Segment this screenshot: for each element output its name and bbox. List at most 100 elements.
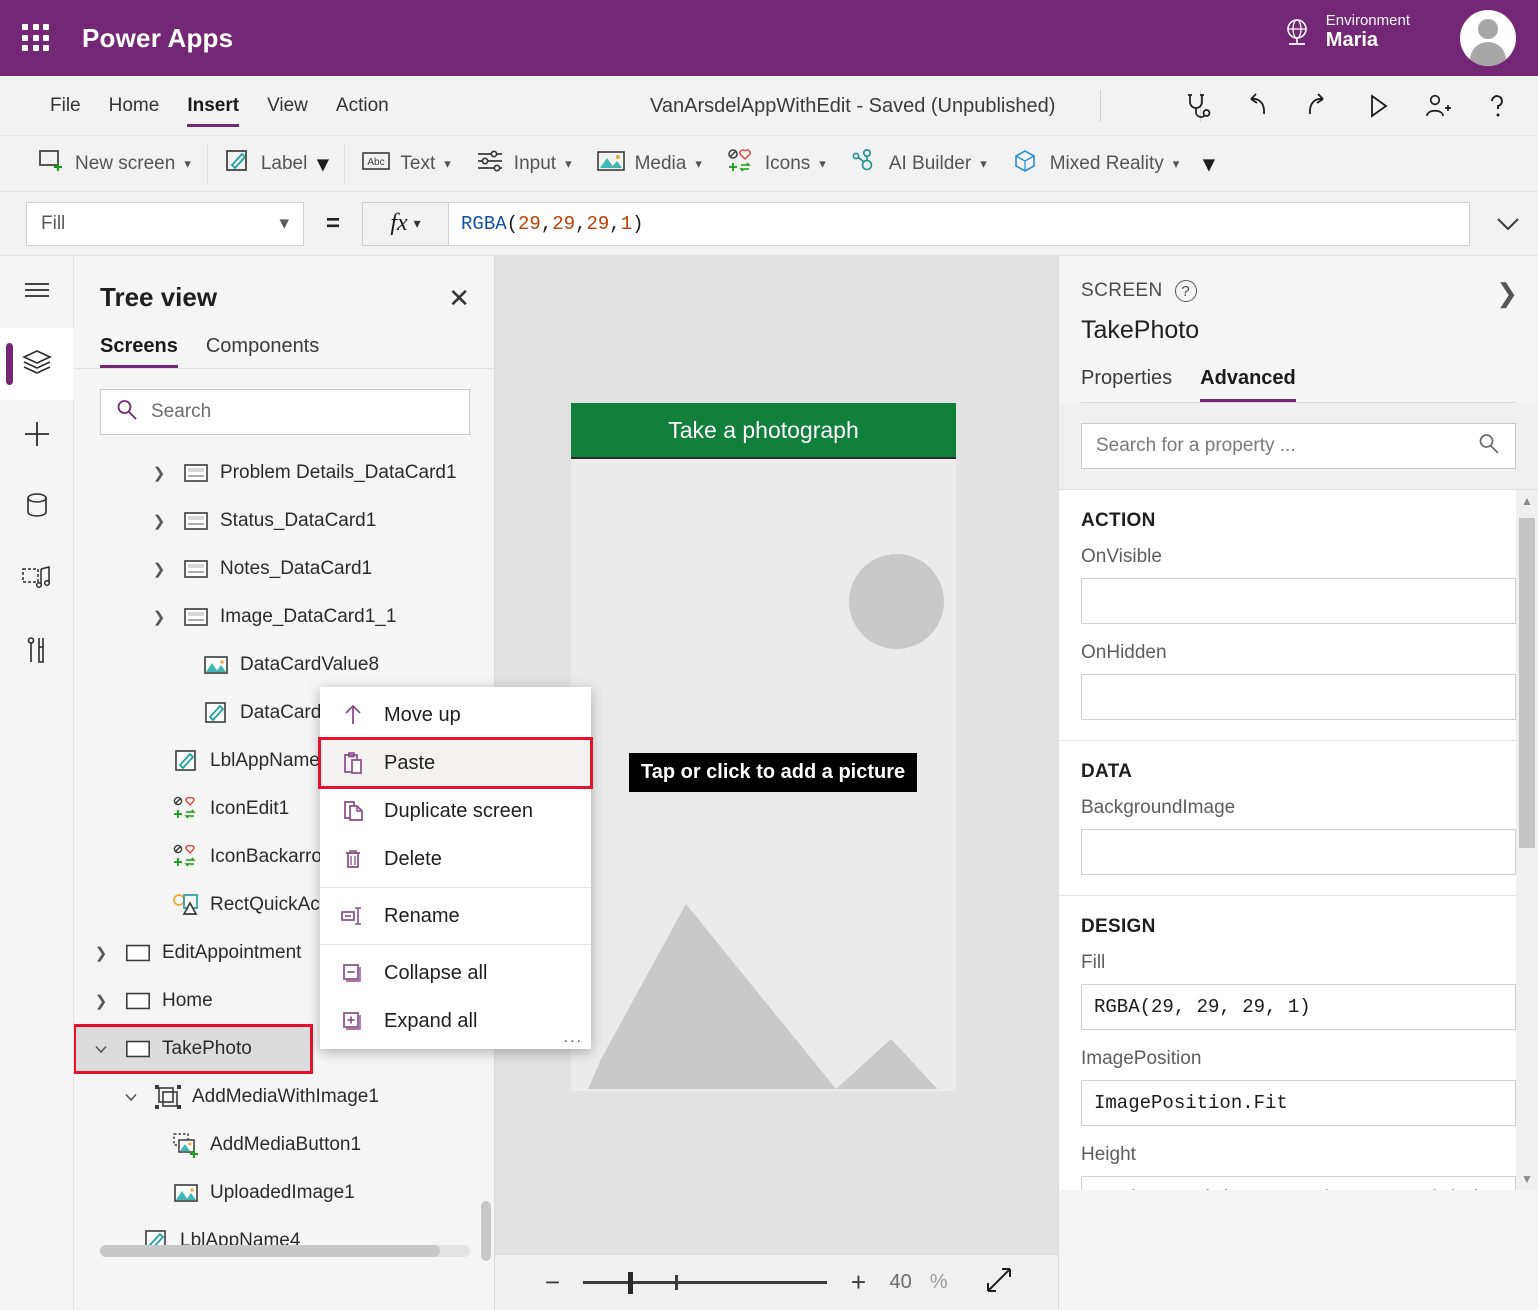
tab-properties[interactable]: Properties [1081,367,1172,402]
chevron-down-icon[interactable]: ▾ [819,156,826,172]
context-menu-item-delete[interactable]: Delete [320,835,591,883]
context-menu-overflow-dots[interactable]: ... [564,1029,583,1047]
chevron-right-icon[interactable]: ❯ [146,464,172,482]
ribbon-text-button[interactable]: Abc Text ▾ [361,149,451,178]
property-search-input[interactable]: Search for a property ... [1081,423,1516,469]
menu-item-file[interactable]: File [36,76,95,136]
chevron-down-icon[interactable]: ▾ [184,156,191,172]
sidebar-item-insert[interactable] [0,400,74,472]
zoom-out-button[interactable]: − [539,1267,565,1298]
chevron-down-icon[interactable]: ❯ [146,608,172,626]
undo-icon[interactable] [1240,89,1274,123]
menu-item-view[interactable]: View [253,76,322,136]
redo-icon[interactable] [1300,89,1334,123]
app-checker-stethoscope-icon[interactable] [1180,89,1214,123]
fx-button[interactable]: fx ▾ [362,201,449,246]
tree-item-image-datacard1-1[interactable]: ❯ Image_DataCard1_1 [74,593,494,641]
ribbon-icons-button[interactable]: Icons ▾ [726,148,826,179]
tree-item-notes-datacard1[interactable]: ❯ Notes_DataCard1 [74,545,494,593]
sidebar-item-advanced-tools[interactable] [0,616,74,688]
context-menu-item-duplicate-screen[interactable]: Duplicate screen [320,787,591,835]
field-imageposition: ImagePosition ImagePosition.Fit [1059,1038,1538,1134]
sidebar-item-data[interactable] [0,472,74,544]
avatar[interactable] [1460,10,1516,66]
chevron-down-icon[interactable] [88,1041,114,1057]
ribbon-media-button[interactable]: Media ▾ [596,148,702,179]
tree-item-lblappname4[interactable]: LblAppName4 [74,1217,494,1265]
ribbon-label-button[interactable]: Label [224,148,307,179]
field-input[interactable] [1081,674,1516,720]
help-question-icon[interactable] [1480,89,1514,123]
tree-horizontal-scrollbar[interactable] [100,1245,470,1257]
properties-vertical-scrollbar[interactable]: ▲ ▼ [1516,490,1538,1190]
chevron-down-icon[interactable]: ▾ [980,156,987,172]
menu-bar: File Home Insert View Action VanArsdelAp… [0,76,1538,136]
search-input[interactable]: Search [100,389,470,435]
tree-item-takephoto[interactable]: TakePhoto [74,1024,313,1074]
environment-selector[interactable]: Environment Maria [1282,12,1410,52]
tab-components[interactable]: Components [206,335,319,368]
chevron-down-icon[interactable]: ▾ [444,156,451,172]
zoom-slider-thumb[interactable] [628,1272,634,1294]
sidebar-item-hamburger-menu[interactable] [0,256,74,328]
screen-icon [124,987,152,1015]
context-menu-item-expand-all[interactable]: Expand all [320,997,591,1045]
ribbon-more-chevron-icon[interactable]: ▾ [1203,151,1214,177]
field-input[interactable]: Max(App.Height, App.MinScreenHeight) [1081,1176,1516,1190]
scroll-down-arrow[interactable]: ▼ [1516,1168,1538,1190]
ribbon-label-more-chevron-icon[interactable]: ▾ [317,151,328,177]
preview-play-icon[interactable] [1360,89,1394,123]
field-input[interactable]: RGBA(29, 29, 29, 1) [1081,984,1516,1030]
context-menu-item-move-up[interactable]: Move up [320,691,591,739]
field-input[interactable]: ImagePosition.Fit [1081,1080,1516,1126]
tree-item-uploadedimage1[interactable]: UploadedImage1 [74,1169,494,1217]
zoom-slider[interactable] [583,1272,828,1294]
tree-item-addmediawithimage1[interactable]: AddMediaWithImage1 [74,1073,494,1121]
tree-item-problem-details-datacard1[interactable]: ❯ Problem Details_DataCard1 [74,449,494,497]
tree-vertical-scrollbar[interactable] [481,1201,491,1261]
menu-item-insert[interactable]: Insert [173,76,253,136]
formula-input[interactable]: RGBA(29, 29, 29, 1) [448,201,1470,246]
tree-item-addmediabutton1[interactable]: AddMediaButton1 [74,1121,494,1169]
sidebar-item-tree-view[interactable] [0,328,74,400]
scrollbar-thumb[interactable] [1519,518,1535,848]
placeholder-sun-circle [849,554,944,649]
chevron-right-icon[interactable]: ❯ [1496,278,1518,309]
chevron-right-icon[interactable]: ❯ [146,512,172,530]
property-select[interactable]: Fill ▾ [26,201,304,246]
tab-advanced[interactable]: Advanced [1200,367,1296,402]
context-menu-item-rename[interactable]: Rename [320,892,591,940]
share-add-user-icon[interactable] [1420,89,1454,123]
tree-item-datacardvalue8[interactable]: DataCardValue8 [74,641,494,689]
menu-item-home[interactable]: Home [95,76,174,136]
help-question-icon[interactable]: ? [1174,280,1197,302]
ribbon-input-button[interactable]: Input ▾ [475,148,572,179]
screen-preview[interactable]: Take a photograph [571,403,956,1091]
ribbon-new-screen-button[interactable]: New screen ▾ [38,148,191,179]
menu-item-action[interactable]: Action [322,76,403,136]
context-menu-item-paste[interactable]: Paste [318,737,593,789]
field-input[interactable] [1081,829,1516,875]
chevron-right-icon[interactable]: ❯ [146,560,172,578]
tab-screens[interactable]: Screens [100,335,178,368]
tree-item-status-datacard1[interactable]: ❯ Status_DataCard1 [74,497,494,545]
chevron-down-icon[interactable] [118,1089,144,1105]
chevron-right-icon[interactable]: ❯ [88,992,114,1010]
chevron-down-icon[interactable]: ▾ [565,156,572,172]
zoom-in-button[interactable]: + [845,1267,871,1298]
ribbon-ai-builder-button[interactable]: AI Builder ▾ [850,148,987,179]
app-launcher-icon[interactable] [22,24,50,52]
chevron-down-icon[interactable]: ▾ [1173,156,1180,172]
tree-item-rectquickactionbar4[interactable]: RectQuickActionBar4 [74,1265,494,1269]
sidebar-item-media[interactable] [0,544,74,616]
close-icon[interactable]: ✕ [448,285,470,311]
formula-bar-expand-button[interactable] [1478,214,1538,234]
context-menu-item-collapse-all[interactable]: Collapse all [320,949,591,997]
ribbon-mixed-reality-button[interactable]: Mixed Reality ▾ [1011,148,1180,179]
scroll-up-arrow[interactable]: ▲ [1516,490,1538,512]
chevron-down-icon[interactable]: ▾ [695,156,702,172]
chevron-right-icon[interactable]: ❯ [88,944,114,962]
fit-to-screen-icon[interactable] [984,1265,1014,1300]
field-label: ImagePosition [1081,1048,1202,1069]
field-input[interactable] [1081,578,1516,624]
